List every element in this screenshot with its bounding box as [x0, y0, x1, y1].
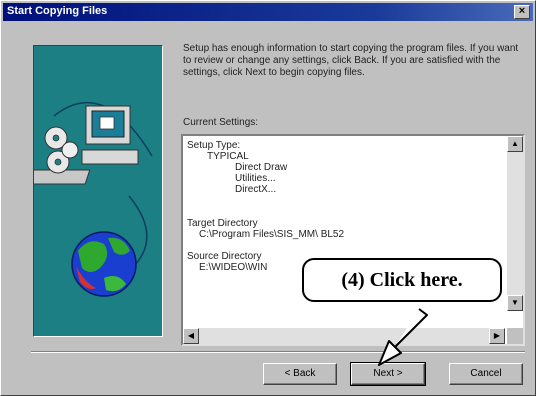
horizontal-scrollbar[interactable]: ◀ ▶: [183, 328, 505, 344]
pointer-arrow-icon: [378, 308, 428, 366]
settings-line: Direct Draw: [235, 162, 288, 173]
settings-line: TYPICAL: [207, 151, 249, 162]
scroll-right-button[interactable]: ▶: [489, 328, 505, 344]
settings-line: Source Directory: [187, 251, 262, 262]
globe-icon: [71, 231, 137, 297]
cancel-button[interactable]: Cancel: [449, 363, 523, 385]
setup-illustration: [33, 45, 163, 337]
scroll-left-button[interactable]: ◀: [183, 328, 199, 344]
settings-line: Utilities...: [235, 173, 276, 184]
separator-line: [31, 351, 525, 353]
vertical-scrollbar[interactable]: ▲ ▼: [507, 136, 523, 311]
settings-line: E:\WIDEO\WIN: [199, 262, 268, 273]
disks-icon: [44, 126, 79, 174]
scroll-up-button[interactable]: ▲: [507, 136, 523, 152]
click-here-callout: (4) Click here.: [302, 258, 502, 302]
settings-line: C:\Program Files\SIS_MM\ BL52: [199, 229, 345, 240]
settings-line: DirectX...: [235, 184, 277, 195]
back-button[interactable]: < Back: [263, 363, 337, 385]
current-settings-box[interactable]: Setup Type: TYPICAL Direct Draw Utilitie…: [181, 134, 525, 346]
scroll-corner: [507, 328, 523, 344]
window-title: Start Copying Files: [7, 5, 108, 17]
settings-line: Target Directory: [187, 218, 258, 229]
start-copying-files-dialog: Start Copying Files × Setup has enough i…: [0, 0, 536, 396]
current-settings-label: Current Settings:: [183, 117, 259, 128]
close-button[interactable]: ×: [514, 5, 530, 19]
title-bar: Start Copying Files ×: [3, 3, 533, 21]
scroll-down-button[interactable]: ▼: [507, 295, 523, 311]
instruction-text: Setup has enough information to start co…: [183, 43, 519, 78]
settings-line: Setup Type:: [187, 140, 241, 151]
setup-illustration-art: [34, 101, 153, 297]
